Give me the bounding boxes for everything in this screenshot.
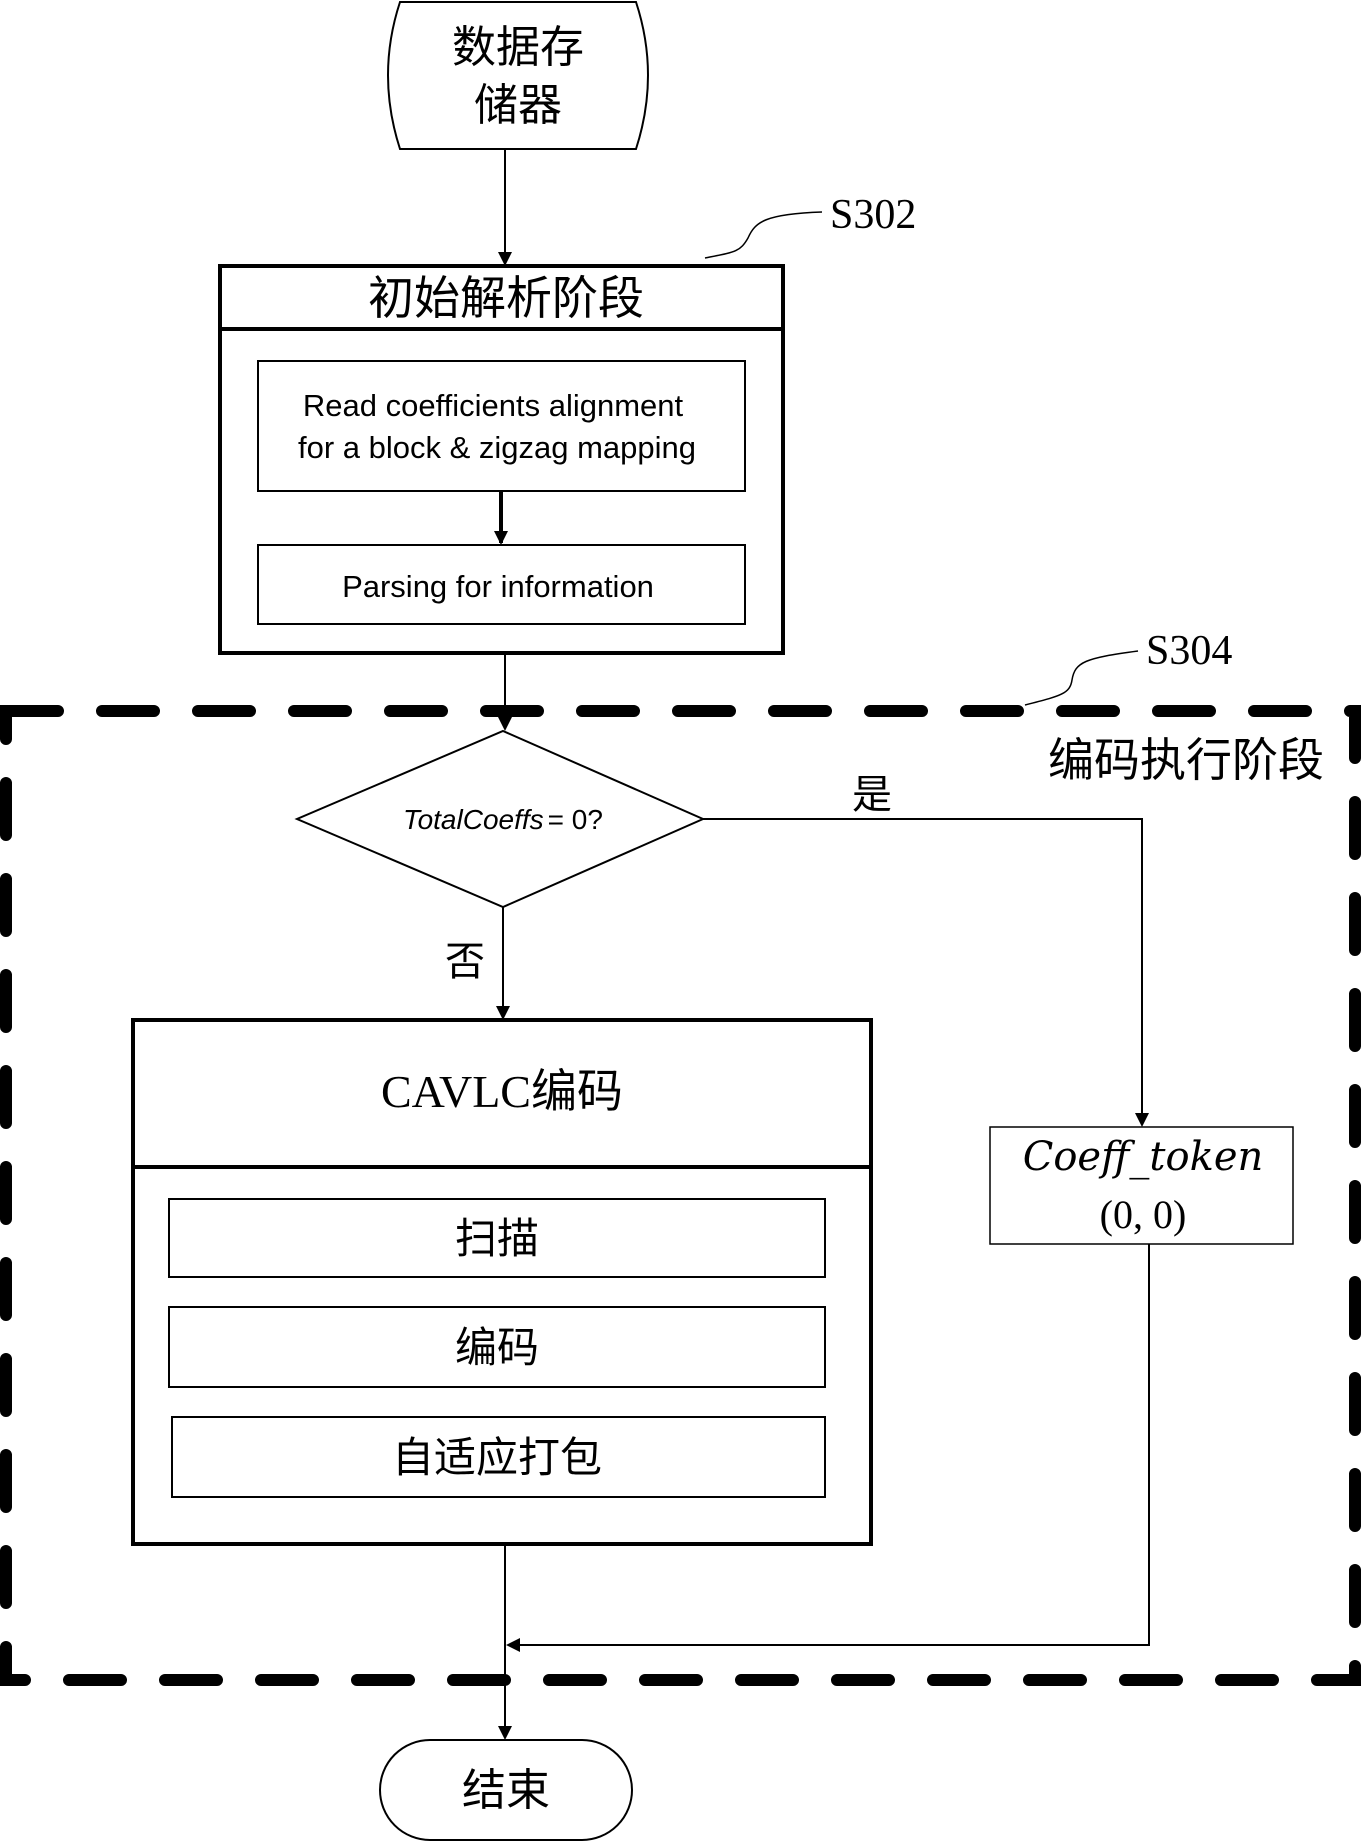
cavlc-title: CAVLC编码 [381, 1066, 623, 1117]
cavlc-step-adaptive-packing-label: 自适应打包 [392, 1433, 602, 1482]
start-node-data-storage[interactable]: 数据存 储器 [387, 0, 649, 150]
stage1-initial-parsing-box: 初始解析阶段 Read coefficients alignment for a… [218, 264, 785, 655]
step-read-coefficients-line1: Read coefficients alignment [303, 388, 684, 423]
coeff-token-label: Coeff_token [1023, 1134, 1264, 1180]
cavlc-step-encode-label: 编码 [455, 1323, 539, 1372]
decision-total-coeffs-zero[interactable]: TotalCoeffs = 0? [294, 729, 706, 909]
step-parsing-information[interactable]: Parsing for information [257, 544, 746, 625]
no-label: 否 [445, 939, 485, 985]
end-node-label: 结束 [462, 1765, 550, 1816]
coeff-token-value: (0, 0) [1100, 1192, 1187, 1237]
yes-label: 是 [852, 772, 892, 818]
cavlc-step-adaptive-packing[interactable]: 自适应打包 [171, 1416, 826, 1498]
s302-leader-line [704, 211, 823, 259]
stage2-title: 编码执行阶段 [1048, 733, 1324, 787]
step-read-coefficients[interactable]: Read coefficients alignment for a block … [257, 360, 746, 492]
step-parsing-information-label: Parsing for information [342, 569, 654, 604]
flowchart: 数据存 储器 S302 初始解析阶段 Read coefficients ali… [0, 0, 1361, 1841]
s302-label: S302 [830, 192, 916, 238]
s304-leader-line [1024, 650, 1139, 706]
decision-label: TotalCoeffs = 0? [403, 804, 603, 835]
cavlc-step-encode[interactable]: 编码 [168, 1306, 826, 1388]
start-node-label-line1: 数据存 [452, 22, 584, 73]
start-node-label-line2: 储器 [474, 80, 562, 131]
s304-label: S304 [1146, 628, 1232, 674]
cavlc-encoding-box: CAVLC编码 扫描 编码 自适应打包 [131, 1018, 873, 1546]
coeff-token-box[interactable]: Coeff_token (0, 0) [989, 1126, 1294, 1245]
end-node[interactable]: 结束 [379, 1739, 633, 1841]
cavlc-step-scan[interactable]: 扫描 [168, 1198, 826, 1278]
stage1-title: 初始解析阶段 [368, 271, 644, 325]
decision-condition: = 0? [548, 804, 603, 835]
decision-variable: TotalCoeffs [403, 804, 544, 835]
cavlc-step-scan-label: 扫描 [455, 1214, 539, 1263]
step-read-coefficients-line2: for a block & zigzag mapping [298, 430, 696, 465]
